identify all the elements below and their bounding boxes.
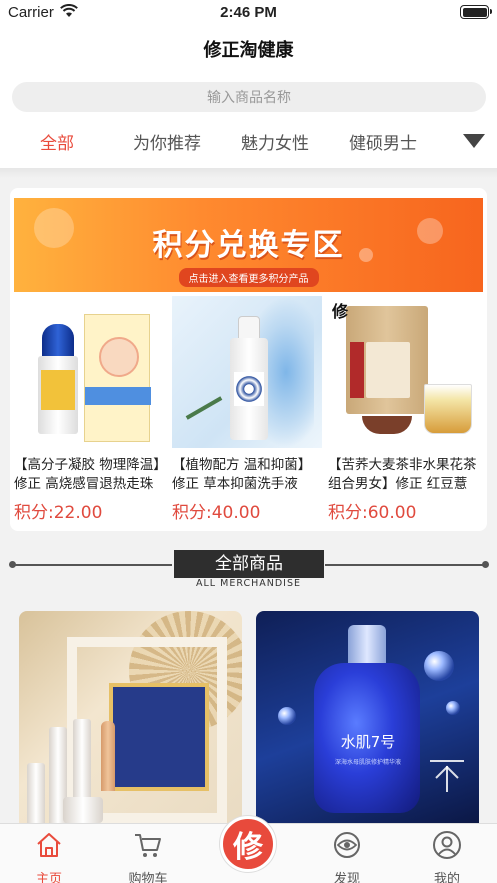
clock: 2:46 PM	[220, 4, 277, 21]
tab-women[interactable]: 魅力女性	[241, 129, 309, 154]
brand-logo: 修	[233, 830, 263, 865]
product-image	[14, 296, 164, 448]
search-input[interactable]: 输入商品名称	[12, 82, 486, 112]
section-header: 全部商品 ALL MERCHANDISE	[0, 546, 497, 594]
center-logo-button[interactable]: 修	[220, 816, 276, 872]
brand-logo: 修	[332, 302, 349, 321]
tab-discover[interactable]: 发现	[307, 830, 387, 883]
eye-icon	[334, 832, 360, 858]
page-title: 修正淘健康	[203, 40, 294, 61]
cart-icon	[135, 834, 161, 857]
product-card[interactable]: 【高分子凝胶 物理降温】修正 高烧感冒退热走珠器 积分:22.00	[14, 296, 164, 523]
merchandise-card[interactable]: 水肌7号 深海水母肌肤修护精华液	[256, 611, 479, 831]
tab-cart[interactable]: 购物车	[108, 830, 188, 883]
chevron-down-icon[interactable]	[463, 134, 485, 148]
product-name: 【植物配方 温和抑菌】修正 草本抑菌洗手液	[172, 457, 312, 492]
merchandise-desc: 深海水母肌肤修护精华液	[334, 759, 401, 766]
tab-label: 我的	[433, 872, 460, 883]
banner-title: 积分兑换专区	[152, 228, 345, 263]
product-name: 【苦荞大麦茶非水果花茶组合男女】修正 红豆薏米茶	[328, 457, 477, 492]
product-name: 【高分子凝胶 物理降温】修正 高烧感冒退热走珠器	[14, 457, 161, 492]
banner-subtitle: 点击进入查看更多积分产品	[178, 268, 319, 287]
tab-label: 发现	[333, 872, 360, 883]
tab-label: 购物车	[128, 872, 168, 883]
status-bar: Carrier 2:46 PM	[0, 0, 497, 26]
section-title: 全部商品	[174, 550, 324, 578]
divider	[0, 168, 497, 178]
product-card[interactable]: 【植物配方 温和抑菌】修正 草本抑菌洗手液 积分:40.00	[172, 296, 322, 523]
product-price: 积分:22.00	[14, 503, 103, 523]
tab-recommended[interactable]: 为你推荐	[133, 129, 201, 154]
product-price: 积分:60.00	[328, 503, 417, 523]
home-icon	[37, 833, 61, 857]
header: 修正淘健康 输入商品名称 全部 为你推荐 魅力女性 健硕男士	[0, 26, 497, 176]
merchandise-name: 水肌7号	[340, 733, 396, 751]
tab-men[interactable]: 健硕男士	[349, 129, 417, 154]
product-image	[172, 296, 322, 448]
tab-all[interactable]: 全部	[40, 129, 74, 154]
app-screen: { "status_bar": { "carrier": "Carrier", …	[0, 0, 497, 883]
product-image: 修	[328, 296, 478, 448]
points-exchange-card: 积分兑换专区 点击进入查看更多积分产品 【高分子凝胶 物理降温】修正 高烧感冒退…	[10, 188, 487, 531]
product-price: 积分:40.00	[172, 503, 261, 523]
product-card[interactable]: 修 【苦荞大麦茶非水果花茶组合男女】修正 红豆薏米茶 积分:60.00	[328, 296, 478, 523]
points-banner[interactable]: 积分兑换专区 点击进入查看更多积分产品	[14, 198, 483, 292]
search-placeholder: 输入商品名称	[207, 90, 291, 106]
tab-home[interactable]: 主页	[9, 830, 89, 883]
tab-label: 主页	[35, 872, 62, 883]
back-to-top-icon[interactable]	[430, 758, 464, 792]
user-icon	[433, 831, 461, 859]
tab-profile[interactable]: 我的	[407, 830, 487, 883]
merchandise-card[interactable]	[19, 611, 242, 831]
section-subtitle: ALL MERCHANDISE	[196, 578, 301, 589]
category-tabs: 全部 为你推荐 魅力女性 健硕男士	[0, 126, 497, 158]
battery-icon	[460, 5, 492, 19]
